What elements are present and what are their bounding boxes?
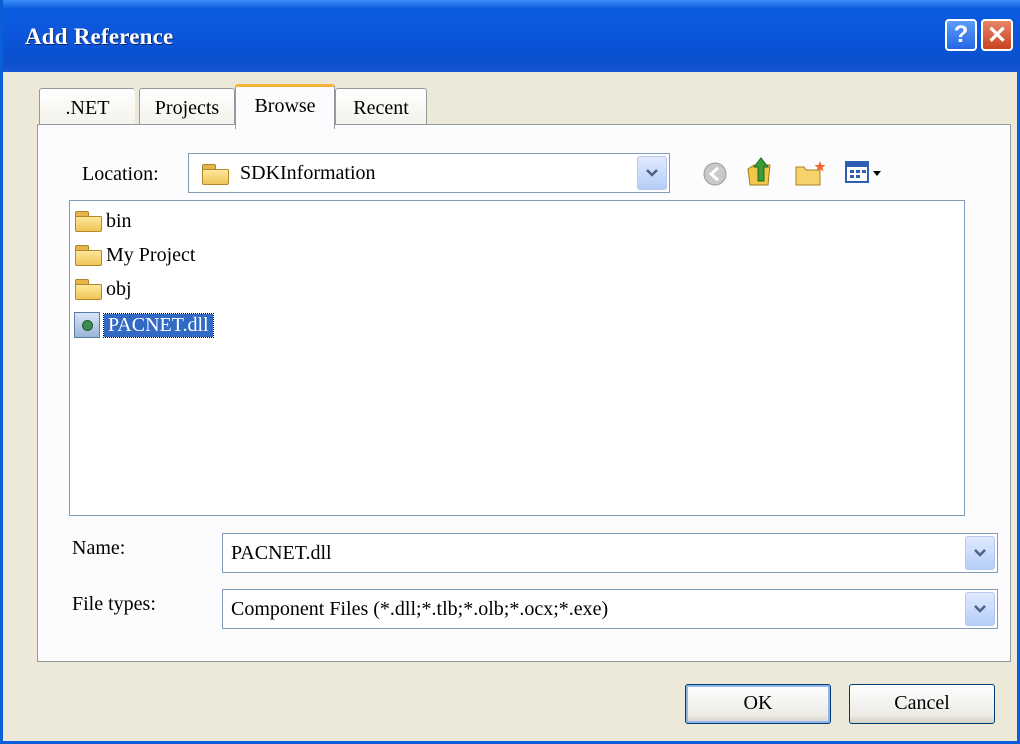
location-value: SDKInformation bbox=[240, 162, 376, 184]
close-icon: ✕ bbox=[986, 21, 1008, 49]
file-types-select[interactable]: Component Files (*.dll;*.tlb;*.olb;*.ocx… bbox=[222, 589, 998, 629]
name-value: PACNET.dll bbox=[231, 542, 332, 564]
view-menu-icon[interactable] bbox=[844, 159, 888, 187]
list-item[interactable]: obj bbox=[74, 273, 132, 305]
file-name: PACNET.dll bbox=[103, 312, 214, 338]
tab-label: Projects bbox=[154, 97, 220, 119]
folder-icon bbox=[74, 279, 102, 300]
close-button[interactable]: ✕ bbox=[981, 19, 1013, 51]
help-icon: ? bbox=[953, 21, 969, 48]
up-folder-icon[interactable] bbox=[744, 155, 776, 189]
file-types-label-text: File types: bbox=[72, 593, 156, 615]
tab-label: Recent bbox=[353, 97, 409, 119]
new-folder-icon[interactable] bbox=[794, 157, 828, 189]
dll-file-icon bbox=[74, 312, 100, 338]
cancel-button[interactable]: Cancel bbox=[849, 684, 995, 724]
title-bar[interactable]: Add Reference ? ✕ bbox=[3, 0, 1020, 72]
name-label: Name: bbox=[72, 537, 125, 560]
folder-icon bbox=[74, 245, 102, 266]
tab-dotnet[interactable]: .NET bbox=[39, 88, 135, 128]
add-reference-dialog: Add Reference ? ✕ .NET Projects Browse R… bbox=[0, 0, 1020, 744]
help-button[interactable]: ? bbox=[945, 19, 977, 51]
list-item[interactable]: PACNET.dll bbox=[74, 309, 214, 341]
dialog-title: Add Reference bbox=[25, 24, 174, 49]
tab-label: Browse bbox=[254, 95, 316, 117]
back-icon[interactable] bbox=[700, 159, 730, 189]
location-label-text: Location: bbox=[82, 163, 159, 185]
location-label: Location: bbox=[82, 163, 159, 186]
cancel-button-label: Cancel bbox=[894, 692, 950, 714]
file-name: obj bbox=[106, 277, 132, 300]
name-label-text: Name: bbox=[72, 537, 126, 559]
tab-recent[interactable]: Recent bbox=[335, 88, 427, 128]
file-types-label: File types: bbox=[72, 593, 156, 616]
list-item[interactable]: bin bbox=[74, 205, 132, 237]
file-list[interactable]: bin My Project obj PACNET.dll bbox=[69, 200, 965, 516]
list-item[interactable]: My Project bbox=[74, 239, 195, 271]
chevron-down-icon[interactable] bbox=[965, 592, 995, 626]
folder-icon bbox=[74, 211, 102, 232]
tab-browse[interactable]: Browse bbox=[235, 84, 335, 129]
file-name: bin bbox=[106, 209, 132, 232]
name-field[interactable]: PACNET.dll bbox=[222, 533, 998, 573]
chevron-down-icon[interactable] bbox=[965, 536, 995, 570]
ok-button[interactable]: OK bbox=[685, 684, 831, 724]
file-name: My Project bbox=[106, 243, 196, 266]
ok-button-label: OK bbox=[743, 692, 773, 714]
location-combo[interactable]: SDKInformation bbox=[188, 153, 670, 193]
folder-icon bbox=[201, 164, 229, 186]
tab-projects[interactable]: Projects bbox=[139, 88, 235, 128]
file-types-value: Component Files (*.dll;*.tlb;*.olb;*.ocx… bbox=[231, 598, 609, 620]
tab-label: .NET bbox=[65, 97, 110, 119]
chevron-down-icon[interactable] bbox=[637, 156, 667, 190]
